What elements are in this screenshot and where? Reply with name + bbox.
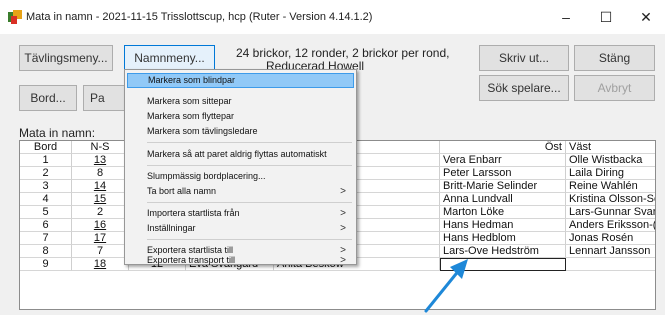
menu-item-mark-tavlingsledare[interactable]: Markera som tävlingsledare [127,124,354,139]
pair-number-link[interactable]: 8 [97,167,103,179]
cell-bord: 8 [20,245,72,258]
cell-ost[interactable]: Anna Lundvall [440,193,566,206]
menu-item-label: Markera som blindpar [148,75,236,85]
menu-item-label: Exportera startlista till [147,245,234,255]
title-bar: Mata in namn - 2021-11-15 Trisslottscup,… [0,0,665,34]
grid-label: Mata in namn: [19,126,96,140]
cell-bord: 7 [20,232,72,245]
info-line-1: 24 brickor, 12 ronder, 2 brickor per ron… [236,46,450,60]
menu-item-label: Inställningar [147,223,196,233]
menu-item-label: Markera som flyttepar [147,111,235,121]
header-ns: N-S [72,141,129,154]
namnmeny-dropdown: Markera som blindpar Markera som sittepa… [124,69,357,265]
header-bord: Bord [20,141,72,154]
pair-number-link[interactable]: 14 [94,180,106,192]
cell-bord: 2 [20,167,72,180]
cell-bord: 4 [20,193,72,206]
pair-number-link[interactable]: 13 [94,154,106,166]
menu-item-label: Markera som tävlingsledare [147,126,258,136]
cancel-button[interactable]: Avbryt [574,75,655,101]
cell-ost[interactable]: Marton Löke [440,206,566,219]
menu-item-mark-blindpair[interactable]: Markera som blindpar [127,73,354,88]
cell-vast[interactable] [566,258,655,271]
maximize-button[interactable]: ☐ [588,4,624,30]
pair-number-link[interactable]: 7 [97,245,103,257]
pair-number-link[interactable]: 16 [94,219,106,231]
menu-item-label: Markera så att paret aldrig flyttas auto… [147,149,327,159]
cell-ns[interactable]: 15 [72,193,129,206]
menu-item-remove-all-names[interactable]: Ta bort alla namn > [127,184,354,199]
search-player-button[interactable]: Sök spelare... [479,75,569,101]
menu-item-import-startlist[interactable]: Importera startlista från > [127,206,354,221]
pair-number-link[interactable]: 17 [94,232,106,244]
cell-bord: 3 [20,180,72,193]
cell-ost[interactable]: Vera Enbarr [440,154,566,167]
pair-number-link[interactable]: 18 [94,258,106,270]
menu-item-label: Exportera transport till [147,256,236,265]
cell-ost[interactable]: Hans Hedman [440,219,566,232]
close-dialog-button[interactable]: Stäng [574,45,655,71]
menu-separator [147,142,352,143]
menu-item-settings[interactable]: Inställningar > [127,221,354,236]
cell-ns[interactable]: 2 [72,206,129,219]
cell-vast[interactable]: Jonas Rosén [566,232,655,245]
menu-item-mark-sittepar[interactable]: Markera som sittepar [127,94,354,109]
bord-button[interactable]: Bord... [19,85,77,111]
cell-bord: 5 [20,206,72,219]
app-icon [8,10,22,24]
cell-vast[interactable]: Reine Wahlén [566,180,655,193]
pair-number-link[interactable]: 15 [94,193,106,205]
menu-item-random-seating[interactable]: Slumpmässig bordplacering... [127,169,354,184]
submenu-arrow-icon: > [340,186,346,197]
submenu-arrow-icon: > [340,223,346,234]
submenu-arrow-icon: > [340,256,346,265]
tavlingsmeny-button[interactable]: Tävlingsmeny... [19,45,113,71]
cell-vast[interactable]: Olle Wistbacka [566,154,655,167]
annotation-arrow-icon [424,259,468,313]
pair-number-link[interactable]: 2 [97,206,103,218]
namnmeny-button[interactable]: Namnmeny... [124,45,215,71]
cell-vast[interactable]: Kristina Olsson-Sc [566,193,655,206]
menu-item-never-move[interactable]: Markera så att paret aldrig flyttas auto… [127,147,354,162]
print-button[interactable]: Skriv ut... [479,45,569,71]
cell-ns[interactable]: 18 [72,258,129,271]
menu-separator [147,202,352,203]
menu-item-label: Markera som sittepar [147,96,232,106]
minimize-button[interactable]: – [548,4,584,30]
menu-item-export-transport[interactable]: Exportera transport till > [127,256,354,265]
menu-separator [147,165,352,166]
close-button[interactable]: ✕ [628,4,664,30]
menu-item-mark-flyttepar[interactable]: Markera som flyttepar [127,109,354,124]
submenu-arrow-icon: > [340,208,346,219]
cell-ns[interactable]: 8 [72,167,129,180]
cell-vast[interactable]: Laila Diring [566,167,655,180]
cell-ost[interactable]: Britt-Marie Selinder [440,180,566,193]
header-ost: Öst [440,141,566,154]
menu-item-label: Slumpmässig bordplacering... [147,171,266,181]
menu-separator [147,239,352,240]
cell-bord: 6 [20,219,72,232]
window-title: Mata in namn - 2021-11-15 Trisslottscup,… [26,11,373,23]
menu-item-label: Ta bort alla namn [147,186,217,196]
pa-button[interactable]: Pa [83,85,128,111]
cell-ost[interactable]: Peter Larsson [440,167,566,180]
cell-vast[interactable]: Anders Eriksson-( [566,219,655,232]
cell-bord: 9 [20,258,72,271]
cell-vast[interactable]: Lennart Jansson [566,245,655,258]
cell-ns[interactable]: 7 [72,245,129,258]
cell-ns[interactable]: 16 [72,219,129,232]
header-vast: Väst [566,141,655,154]
menu-item-label: Importera startlista från [147,208,240,218]
cell-ns[interactable]: 14 [72,180,129,193]
cell-ost[interactable]: Hans Hedblom [440,232,566,245]
cell-ns[interactable]: 17 [72,232,129,245]
cell-vast[interactable]: Lars-Gunnar Svar [566,206,655,219]
cell-bord: 1 [20,154,72,167]
cell-ns[interactable]: 13 [72,154,129,167]
